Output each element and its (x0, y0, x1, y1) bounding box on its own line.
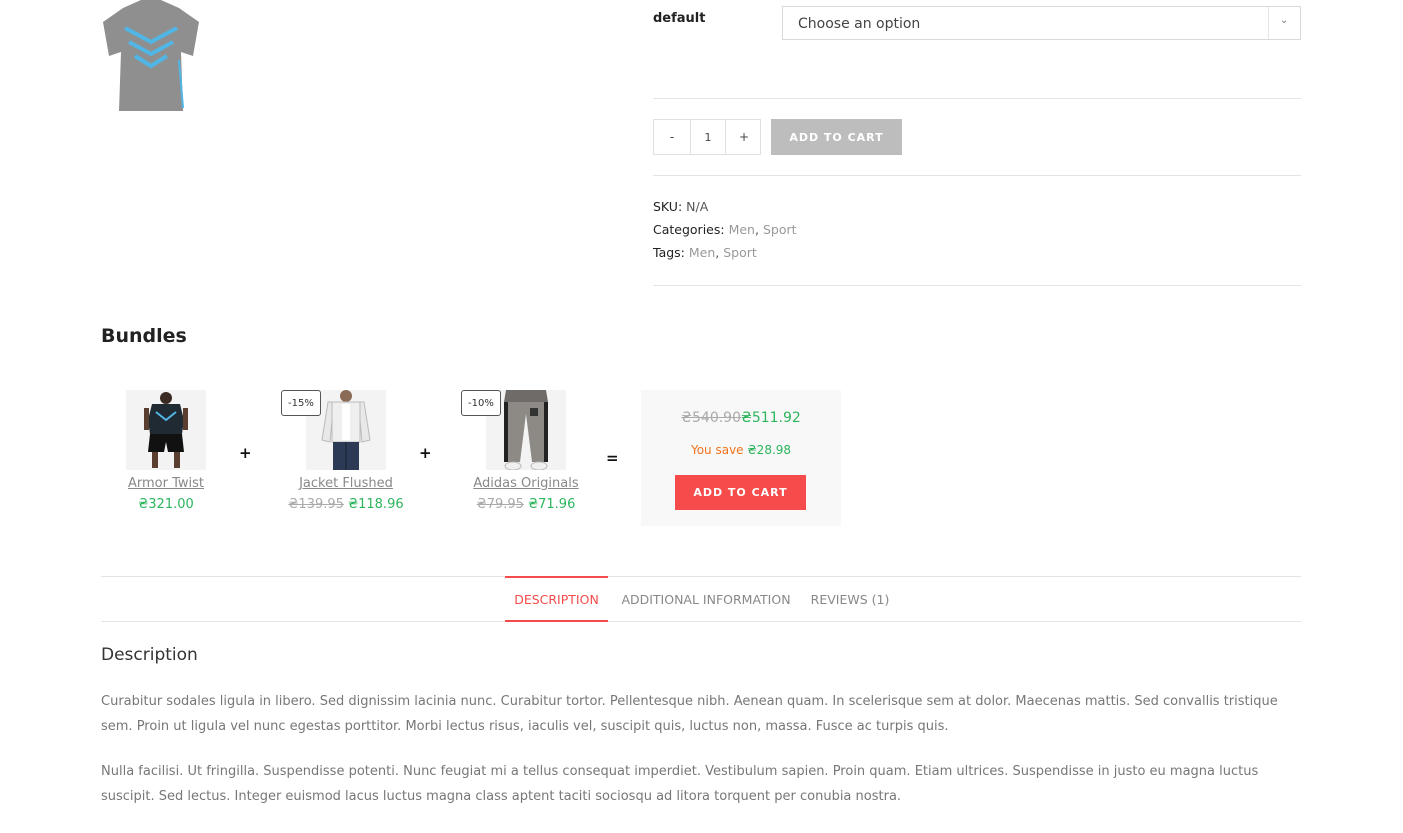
description-paragraph: Curabitur sodales ligula in libero. Sed … (101, 694, 1278, 734)
tab-additional-information[interactable]: ADDITIONAL INFORMATION (616, 576, 796, 622)
quantity-input[interactable]: 1 (690, 120, 726, 154)
variation-select[interactable]: Choose an option ⌄ (782, 6, 1301, 40)
quantity-stepper[interactable]: - 1 + (653, 119, 761, 155)
total-new-price: ₴511.92 (741, 410, 801, 426)
total-old-price: ₴540.90 (681, 410, 741, 426)
variation-label: default (653, 11, 706, 26)
categories-row: Categories: Men, Sport (653, 222, 797, 237)
bundle-item-price: ₴139.95 ₴118.96 (266, 497, 426, 512)
tshirt-image (103, 0, 199, 111)
chevron-down-icon: ⌄ (1280, 15, 1289, 26)
tags-row: Tags: Men, Sport (653, 245, 757, 260)
tag-link-sport[interactable]: Sport (723, 245, 757, 260)
bundle-total-box: ₴540.90₴511.92 You save ₴28.98 ADD TO CA… (641, 390, 841, 526)
discount-badge: -15% (281, 390, 321, 416)
product-image (144, 392, 188, 468)
bundle-item-price: ₴79.95 ₴71.96 (446, 497, 606, 512)
bundle-add-to-cart-button[interactable]: ADD TO CART (675, 475, 806, 510)
category-link-sport[interactable]: Sport (763, 222, 797, 237)
tag-link-men[interactable]: Men (689, 245, 715, 260)
bundle-item: Armor Twist ₴321.00 (86, 390, 246, 512)
equals-sign: = (606, 449, 619, 467)
price: ₴118.96 (348, 497, 404, 512)
sku-row: SKU: N/A (653, 199, 708, 214)
discount-badge: -10% (461, 390, 501, 416)
category-link-men[interactable]: Men (729, 222, 755, 237)
bundle-total-price: ₴540.90₴511.92 (641, 410, 841, 426)
select-arrow[interactable]: ⌄ (1268, 7, 1300, 39)
old-price: ₴139.95 (288, 497, 344, 512)
price: ₴71.96 (528, 497, 576, 512)
old-price: ₴79.95 (476, 497, 524, 512)
variation-select-value: Choose an option (798, 16, 921, 32)
add-to-cart-button[interactable]: ADD TO CART (771, 119, 902, 155)
tags-label: Tags: (653, 245, 685, 260)
price: ₴321.00 (138, 497, 194, 512)
sku-value: N/A (686, 199, 709, 214)
divider (653, 285, 1301, 286)
bundle-item-image[interactable] (126, 390, 206, 470)
separator: , (754, 222, 759, 237)
sku-label: SKU: (653, 199, 683, 214)
you-save-amount: ₴28.98 (747, 443, 792, 457)
tab-description[interactable]: DESCRIPTION (505, 576, 608, 622)
you-save-label: You save (690, 443, 744, 457)
tab-reviews[interactable]: REVIEWS (1) (808, 576, 892, 622)
quantity-decrease-button[interactable]: - (654, 120, 690, 154)
divider (653, 98, 1301, 99)
description-paragraph: Nulla facilisi. Ut fringilla. Suspendiss… (101, 764, 1259, 804)
divider (653, 175, 1301, 176)
product-thumbnail[interactable] (101, 0, 201, 111)
bundle-item-name[interactable]: Adidas Originals (473, 476, 578, 491)
plus-sign: + (419, 444, 432, 462)
categories-label: Categories: (653, 222, 725, 237)
bundle-item-name[interactable]: Armor Twist (128, 476, 204, 491)
bundle-item-name[interactable]: Jacket Flushed (299, 476, 393, 491)
separator: , (715, 245, 720, 260)
plus-sign: + (239, 444, 252, 462)
description-title: Description (101, 645, 198, 665)
bundle-item-price: ₴321.00 (86, 497, 246, 512)
bundles-title: Bundles (101, 325, 187, 347)
you-save: You save ₴28.98 (641, 443, 841, 457)
quantity-increase-button[interactable]: + (726, 120, 762, 154)
